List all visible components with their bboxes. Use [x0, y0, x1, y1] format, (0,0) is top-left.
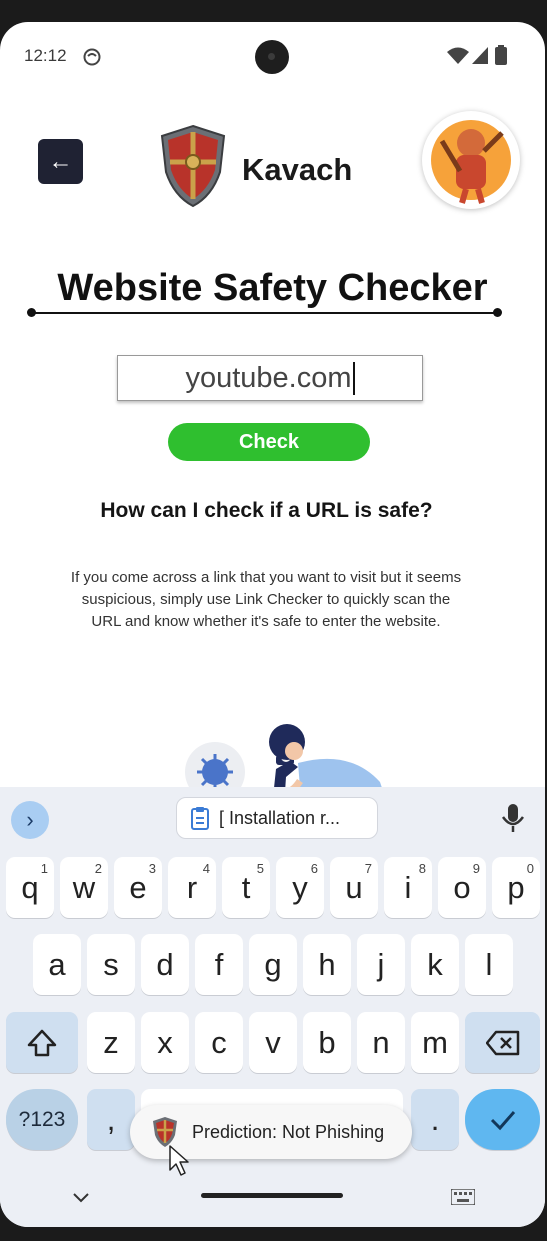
key-g[interactable]: g: [249, 934, 297, 995]
key-k[interactable]: k: [411, 934, 459, 995]
status-bar: 12:12: [0, 22, 545, 88]
key-y[interactable]: y6: [276, 857, 324, 918]
key-x[interactable]: x: [141, 1012, 189, 1073]
expand-toolbar-button[interactable]: ›: [11, 801, 49, 839]
key-j[interactable]: j: [357, 934, 405, 995]
wifi-icon: [447, 47, 469, 64]
prediction-text: Prediction: Not Phishing: [192, 1121, 385, 1142]
title-underline: [30, 312, 500, 314]
check-button[interactable]: Check: [168, 423, 370, 461]
app-notification-icon: [83, 48, 101, 66]
key-f[interactable]: f: [195, 934, 243, 995]
app-name: Kavach: [242, 152, 353, 187]
front-camera: [255, 40, 289, 74]
microphone-icon[interactable]: [500, 803, 526, 833]
key-s[interactable]: s: [87, 934, 135, 995]
key-l[interactable]: l: [465, 934, 513, 995]
gesture-nav-handle[interactable]: [201, 1193, 343, 1198]
shift-arrow-icon: [27, 1029, 57, 1056]
key-i[interactable]: i8: [384, 857, 432, 918]
period-key[interactable]: .: [411, 1089, 459, 1150]
key-q[interactable]: q1: [6, 857, 54, 918]
backspace-icon: [485, 1030, 519, 1055]
key-z[interactable]: z: [87, 1012, 135, 1073]
url-input-value: youtube.com: [185, 361, 352, 394]
clipboard-icon: [191, 807, 209, 830]
url-input[interactable]: youtube.com: [117, 355, 423, 401]
avatar-illustration-icon: [431, 120, 511, 204]
clipboard-suggestion-chip[interactable]: [ Installation r...: [176, 797, 378, 839]
key-a[interactable]: a: [33, 934, 81, 995]
key-c[interactable]: c: [195, 1012, 243, 1073]
faq-text: If you come across a link that you want …: [70, 569, 462, 630]
faq-heading: How can I check if a URL is safe?: [100, 499, 433, 522]
shift-key[interactable]: [6, 1012, 78, 1073]
back-arrow-icon: ←: [48, 147, 73, 175]
underline-dot-left: [27, 308, 36, 317]
key-h[interactable]: h: [303, 934, 351, 995]
key-w[interactable]: w2: [60, 857, 108, 918]
comma-key[interactable]: ,: [87, 1089, 135, 1150]
key-p[interactable]: p0: [492, 857, 540, 918]
key-t[interactable]: t5: [222, 857, 270, 918]
status-time: 12:12: [24, 46, 67, 65]
mouse-cursor-icon: [169, 1145, 189, 1176]
underline-dot-right: [493, 308, 502, 317]
back-button[interactable]: ←: [38, 139, 83, 184]
key-u[interactable]: u7: [330, 857, 378, 918]
clipboard-suggestion-text: [ Installation r...: [219, 807, 341, 828]
signal-icon: [472, 47, 488, 64]
backspace-key[interactable]: [465, 1012, 540, 1073]
keyboard-switcher-icon[interactable]: [451, 1189, 475, 1205]
soft-keyboard: › [ Installation r... q1 w2 e3 r4 t5 y6 …: [0, 787, 545, 1227]
hide-keyboard-chevron-icon[interactable]: [72, 1192, 90, 1204]
profile-avatar[interactable]: [422, 111, 520, 209]
key-r[interactable]: r4: [168, 857, 216, 918]
key-b[interactable]: b: [303, 1012, 351, 1073]
enter-key[interactable]: [465, 1089, 540, 1150]
key-v[interactable]: v: [249, 1012, 297, 1073]
key-o[interactable]: o9: [438, 857, 486, 918]
chevron-right-icon: ›: [26, 807, 34, 832]
phone-screen: 12:12 ← Kavach Website Safety Checker yo…: [0, 22, 545, 1227]
key-d[interactable]: d: [141, 934, 189, 995]
key-n[interactable]: n: [357, 1012, 405, 1073]
checkmark-icon: [490, 1110, 515, 1130]
text-cursor: [352, 361, 355, 395]
kavach-shield-logo: [160, 124, 226, 208]
symbols-key[interactable]: ?123: [6, 1089, 78, 1150]
key-m[interactable]: m: [411, 1012, 459, 1073]
key-e[interactable]: e3: [114, 857, 162, 918]
page-title: Website Safety Checker: [57, 267, 488, 309]
battery-icon: [495, 45, 507, 65]
